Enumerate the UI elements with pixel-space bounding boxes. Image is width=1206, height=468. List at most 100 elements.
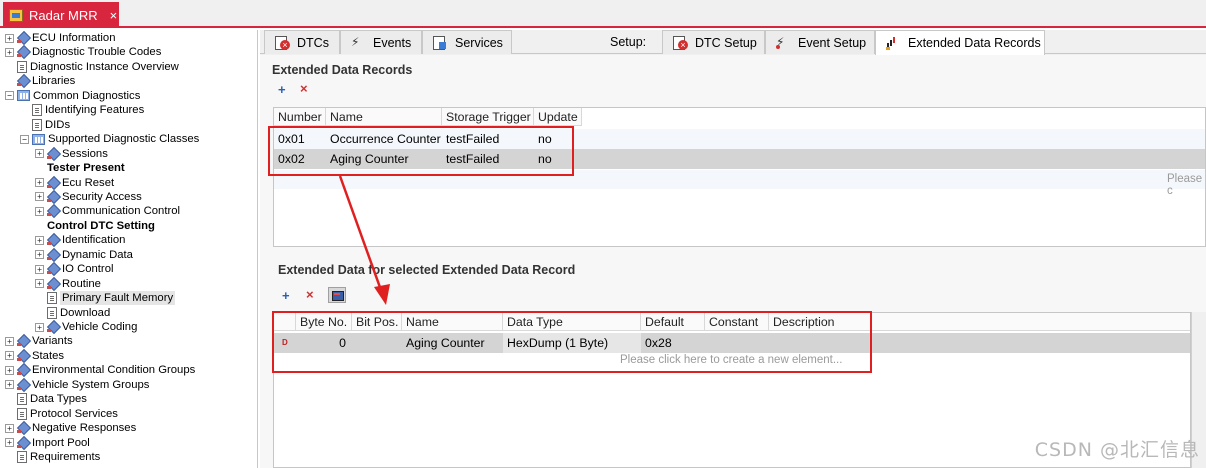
tree-item[interactable]: + Environmental Condition Groups — [5, 363, 195, 377]
default-cell[interactable]: 0x28 — [641, 333, 672, 353]
diamond-icon — [47, 148, 59, 160]
tab-dtc-setup[interactable]: DTC Setup — [662, 30, 765, 54]
tree-item[interactable]: DIDs — [20, 118, 70, 132]
tree-item[interactable]: + IO Control — [35, 262, 113, 276]
expand-icon[interactable]: + — [5, 351, 14, 361]
tree-item[interactable]: + Dynamic Data — [35, 248, 133, 262]
collapse-icon[interactable]: − — [20, 134, 29, 144]
tree-item[interactable]: + Ecu Reset — [35, 176, 114, 190]
tree-item[interactable]: + Communication Control — [35, 204, 180, 218]
tab-extended-data-records[interactable]: Extended Data Records — [875, 30, 1045, 55]
tree-item-label: Supported Diagnostic Classes — [48, 133, 200, 146]
column-header-storage-trigger[interactable]: Storage Trigger — [442, 108, 534, 126]
tree-item[interactable]: Download — [35, 306, 110, 320]
tree-item[interactable]: + States — [5, 349, 64, 363]
expand-icon[interactable]: + — [35, 322, 44, 332]
remove-record-button[interactable]: × — [300, 81, 308, 96]
tree-item[interactable]: Data Types — [5, 392, 87, 406]
expand-icon[interactable]: + — [35, 192, 44, 202]
tree-item[interactable]: + Diagnostic Trouble Codes — [5, 45, 161, 59]
tree-item[interactable]: + Negative Responses — [5, 421, 136, 435]
column-header-update[interactable]: Update — [534, 108, 582, 126]
column-header-number[interactable]: Number — [274, 108, 326, 126]
new-record-placeholder[interactable]: Please c — [1167, 173, 1205, 197]
tree-item-label: Environmental Condition Groups — [32, 364, 196, 377]
column-header-bit-pos[interactable]: Bit Pos. — [352, 313, 402, 331]
tree-item[interactable]: + Vehicle Coding — [35, 320, 137, 334]
expand-icon[interactable]: + — [5, 33, 14, 43]
tree-item-label: ECU Information — [32, 32, 116, 44]
tree-item-label: Diagnostic Instance Overview — [30, 60, 179, 73]
description-cell[interactable] — [769, 333, 773, 353]
tree-item-label: Communication Control — [62, 205, 181, 218]
column-header-name[interactable]: Name — [402, 313, 503, 331]
tree-item[interactable]: − Supported Diagnostic Classes — [20, 132, 199, 146]
expand-icon[interactable]: + — [5, 47, 14, 57]
tree-item[interactable]: Requirements — [5, 450, 100, 464]
column-header-byte-no[interactable]: Byte No. — [296, 313, 352, 331]
expand-icon[interactable]: + — [5, 380, 14, 390]
tree-item[interactable]: Tester Present — [35, 161, 125, 175]
column-header-default[interactable]: Default — [641, 313, 705, 331]
bit-pos-cell[interactable] — [352, 333, 356, 353]
tree-item-label: IO Control — [62, 263, 114, 276]
close-icon[interactable]: × — [110, 8, 118, 23]
tree-item[interactable]: Libraries — [5, 74, 75, 88]
tab-services[interactable]: Services — [422, 30, 512, 54]
document-tab-radar-mrr[interactable]: Radar MRR × — [3, 2, 119, 28]
byte-no-cell[interactable]: 0 — [296, 333, 352, 353]
tree-item[interactable]: + Import Pool — [5, 436, 90, 450]
remove-data-button[interactable]: × — [306, 287, 314, 302]
tree-item[interactable]: + Identification — [35, 233, 125, 247]
tree-item[interactable]: Control DTC Setting — [35, 219, 155, 233]
collapse-icon[interactable]: − — [5, 91, 14, 101]
constant-cell[interactable] — [705, 333, 709, 353]
tree-item[interactable]: + Routine — [35, 277, 101, 291]
add-data-button[interactable]: + — [282, 288, 290, 303]
tree-item[interactable]: + Sessions — [35, 147, 108, 161]
expand-icon[interactable]: + — [5, 423, 14, 433]
expand-icon[interactable]: + — [35, 279, 44, 289]
tree-item[interactable]: − Common Diagnostics — [5, 89, 140, 103]
expand-icon[interactable]: + — [35, 149, 44, 159]
tree-item[interactable]: Primary Fault Memory — [35, 291, 176, 306]
data-type-cell[interactable]: HexDump (1 Byte) — [503, 333, 641, 353]
expand-icon[interactable]: + — [35, 264, 44, 274]
tree-item-label: Diagnostic Trouble Codes — [32, 46, 162, 59]
tree-item[interactable]: Diagnostic Instance Overview — [5, 60, 179, 74]
tree-item[interactable]: Identifying Features — [20, 103, 144, 117]
document-tab-bar: Radar MRR × — [0, 0, 1206, 28]
record-update: no — [538, 132, 552, 146]
tree-item[interactable]: + Variants — [5, 334, 73, 348]
column-header-description[interactable]: Description — [769, 313, 1190, 331]
expand-icon[interactable]: + — [35, 235, 44, 245]
dtc-setup-icon — [673, 35, 688, 50]
tab-event-setup[interactable]: Event Setup — [765, 30, 875, 54]
diamond-icon — [47, 191, 59, 203]
document-icon — [32, 104, 42, 117]
expand-icon[interactable]: + — [35, 178, 44, 187]
table-row-selected[interactable] — [274, 149, 1205, 169]
new-element-placeholder[interactable]: Please click here to create a new elemen… — [620, 354, 842, 366]
column-header-name[interactable]: Name — [326, 108, 442, 126]
tree-item[interactable]: + ECU Information — [5, 31, 116, 45]
expand-icon[interactable]: + — [5, 438, 14, 448]
tab-events[interactable]: Events — [340, 30, 422, 54]
tree-item[interactable]: + Security Access — [35, 190, 142, 204]
expand-icon[interactable]: + — [35, 206, 44, 216]
column-header-constant[interactable]: Constant — [705, 313, 769, 331]
diamond-icon — [47, 234, 59, 246]
tab-dtcs-label: DTCs — [297, 35, 329, 50]
expand-icon[interactable]: + — [35, 250, 44, 260]
tree-item[interactable]: Protocol Services — [5, 407, 118, 421]
expand-icon[interactable]: + — [5, 336, 14, 346]
column-header-data-type[interactable]: Data Type — [503, 313, 641, 331]
add-record-button[interactable]: + — [278, 82, 286, 97]
tree-item[interactable]: + Vehicle System Groups — [5, 378, 149, 392]
name-cell[interactable]: Aging Counter — [402, 333, 485, 353]
expand-icon[interactable]: + — [5, 365, 14, 375]
tab-dtcs[interactable]: DTCs — [264, 30, 340, 54]
